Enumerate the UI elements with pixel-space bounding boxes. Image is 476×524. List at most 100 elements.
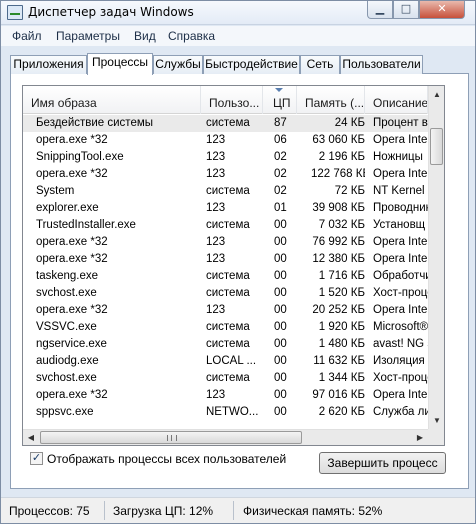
tab-processes[interactable]: Процессы (87, 53, 153, 75)
process-name: explorer.exe (36, 202, 99, 214)
process-user: система (206, 287, 250, 299)
column-header-user[interactable]: Пользо... (201, 86, 263, 114)
process-memory: 20 252 КБ (312, 304, 365, 316)
process-user: 123 (206, 253, 226, 265)
process-name: svchost.exe (36, 372, 97, 384)
process-row[interactable]: opera.exe *32 123 02 122 768 КБ Opera Inter (23, 166, 431, 183)
tab-networking[interactable]: Сеть (300, 55, 340, 74)
process-list[interactable]: Имя образа Пользо... ЦП Память (... Опис… (22, 85, 445, 446)
process-row[interactable]: taskeng.exe система 00 1 716 КБ Обработчи (23, 268, 431, 285)
tab-users[interactable]: Пользователи (340, 55, 423, 74)
process-user: система (206, 372, 250, 384)
minimize-button[interactable]: ▁ (367, 1, 393, 19)
scroll-up-icon[interactable]: ▲ (429, 86, 444, 103)
process-row[interactable]: audiodg.exe LOCAL ... 00 11 632 КБ Изоляция … (23, 353, 431, 370)
process-row[interactable]: Бездействие системы система 87 24 КБ Процент… (23, 115, 431, 132)
menu-view[interactable]: Вид (134, 29, 156, 43)
tab-services[interactable]: Службы (153, 55, 203, 74)
close-button[interactable]: ✕ (419, 1, 465, 19)
status-divider (104, 501, 105, 520)
status-cpu-usage: Загрузка ЦП: 12% (113, 504, 214, 518)
process-cpu: 00 (274, 287, 287, 299)
process-name: opera.exe *32 (36, 168, 108, 180)
process-row[interactable]: svchost.exe система 00 1 344 КБ Хост-проце (23, 370, 431, 387)
process-memory: 11 632 КБ (313, 355, 365, 367)
process-description: NT Kernel & (373, 185, 431, 197)
process-description: Opera Inter (373, 168, 431, 180)
maximize-button[interactable]: □ (393, 1, 419, 19)
process-row[interactable]: opera.exe *32 123 00 76 992 КБ Opera Inter (23, 234, 431, 251)
column-header-cpu[interactable]: ЦП (263, 86, 297, 114)
process-memory: 12 380 КБ (312, 253, 365, 265)
process-row[interactable]: sppsvc.exe NETWO... 00 2 620 КБ Служба ли (23, 404, 431, 421)
column-header-row: Имя образа Пользо... ЦП Память (... Опис… (23, 86, 444, 114)
process-name: System (36, 185, 75, 197)
process-cpu: 00 (274, 321, 287, 333)
process-cpu: 00 (274, 253, 287, 265)
process-cpu: 00 (274, 372, 287, 384)
process-row[interactable]: VSSVC.exe система 00 1 920 КБ Microsoft® (23, 319, 428, 336)
process-user: 123 (206, 202, 226, 214)
horizontal-scroll-thumb[interactable] (40, 431, 302, 444)
scroll-left-icon[interactable]: ◀ (23, 429, 39, 445)
process-row[interactable]: TrustedInstaller.exe система 00 7 032 КБ Уст… (23, 217, 428, 234)
process-cpu: 02 (274, 151, 287, 163)
column-header-image-name[interactable]: Имя образа (23, 86, 201, 114)
process-row[interactable]: opera.exe *32 123 00 12 380 КБ Opera Inter (23, 251, 431, 268)
vertical-scrollbar[interactable]: ▲ ▼ (428, 86, 444, 429)
end-process-button[interactable]: Завершить процесс (319, 452, 446, 474)
process-row[interactable]: System система 02 72 КБ NT Kernel & (23, 183, 431, 200)
process-description: avast! NG s (373, 338, 431, 350)
column-header-description[interactable]: Описание (365, 86, 428, 114)
process-user: LOCAL ... (206, 355, 257, 367)
column-header-memory[interactable]: Память (... (297, 86, 365, 114)
process-name: audiodg.exe (36, 355, 99, 367)
show-all-users-checkbox[interactable]: ✓ (30, 452, 43, 465)
sort-descending-icon (275, 88, 283, 92)
process-row[interactable]: opera.exe *32 123 00 20 252 КБ Opera Inter (23, 302, 431, 319)
process-user: 123 (206, 134, 226, 146)
process-cpu: 00 (274, 338, 287, 350)
tab-performance[interactable]: Быстродействие (203, 55, 300, 74)
process-row[interactable]: opera.exe *32 123 00 97 016 КБ Opera Inter (23, 387, 431, 404)
tab-applications[interactable]: Приложения (10, 55, 87, 74)
menu-help[interactable]: Справка (168, 29, 215, 43)
menu-options[interactable]: Параметры (56, 29, 120, 43)
menu-file[interactable]: Файл (12, 29, 42, 43)
process-user: система (206, 270, 250, 282)
process-memory: 72 КБ (334, 185, 365, 197)
scroll-down-icon[interactable]: ▼ (429, 412, 444, 429)
process-name: opera.exe *32 (36, 134, 108, 146)
process-name: taskeng.exe (36, 270, 99, 282)
process-cpu: 00 (274, 219, 287, 231)
process-name: opera.exe *32 (36, 253, 108, 265)
process-row[interactable]: SnippingTool.exe 123 02 2 196 КБ Ножницы (23, 149, 428, 166)
process-user: система (206, 338, 250, 350)
window-title: Диспетчер задач Windows (28, 5, 194, 19)
process-description: Ножницы (373, 151, 423, 163)
process-user: система (206, 117, 250, 129)
process-row[interactable]: opera.exe *32 123 06 63 060 КБ Opera Inter (23, 132, 431, 149)
process-row[interactable]: explorer.exe 123 01 39 908 КБ Проводник (23, 200, 431, 217)
horizontal-scrollbar[interactable]: ◀ ▶ (23, 429, 428, 445)
process-description: Opera Inter (373, 236, 431, 248)
process-row[interactable]: ngservice.exe система 00 1 480 КБ avast! NG … (23, 336, 431, 353)
task-manager-icon (7, 5, 23, 20)
process-name: TrustedInstaller.exe (36, 219, 136, 231)
process-name: opera.exe *32 (36, 389, 108, 401)
process-row[interactable]: svchost.exe система 00 1 520 КБ Хост-проце (23, 285, 431, 302)
process-user: 123 (206, 236, 226, 248)
vertical-scroll-thumb[interactable] (430, 128, 443, 165)
scroll-right-icon[interactable]: ▶ (412, 429, 428, 445)
process-user: 123 (206, 151, 226, 163)
process-user: система (206, 219, 250, 231)
process-memory: 1 520 КБ (318, 287, 365, 299)
status-divider (233, 501, 234, 520)
scroll-corner (428, 429, 444, 445)
process-memory: 7 032 КБ (318, 219, 365, 231)
process-memory: 1 920 КБ (318, 321, 365, 333)
process-name: sppsvc.exe (36, 406, 94, 418)
process-cpu: 00 (274, 270, 287, 282)
show-all-users-label[interactable]: Отображать процессы всех пользователей (47, 452, 286, 466)
title-bar[interactable]: Диспетчер задач Windows ▁ □ ✕ (1, 1, 475, 25)
